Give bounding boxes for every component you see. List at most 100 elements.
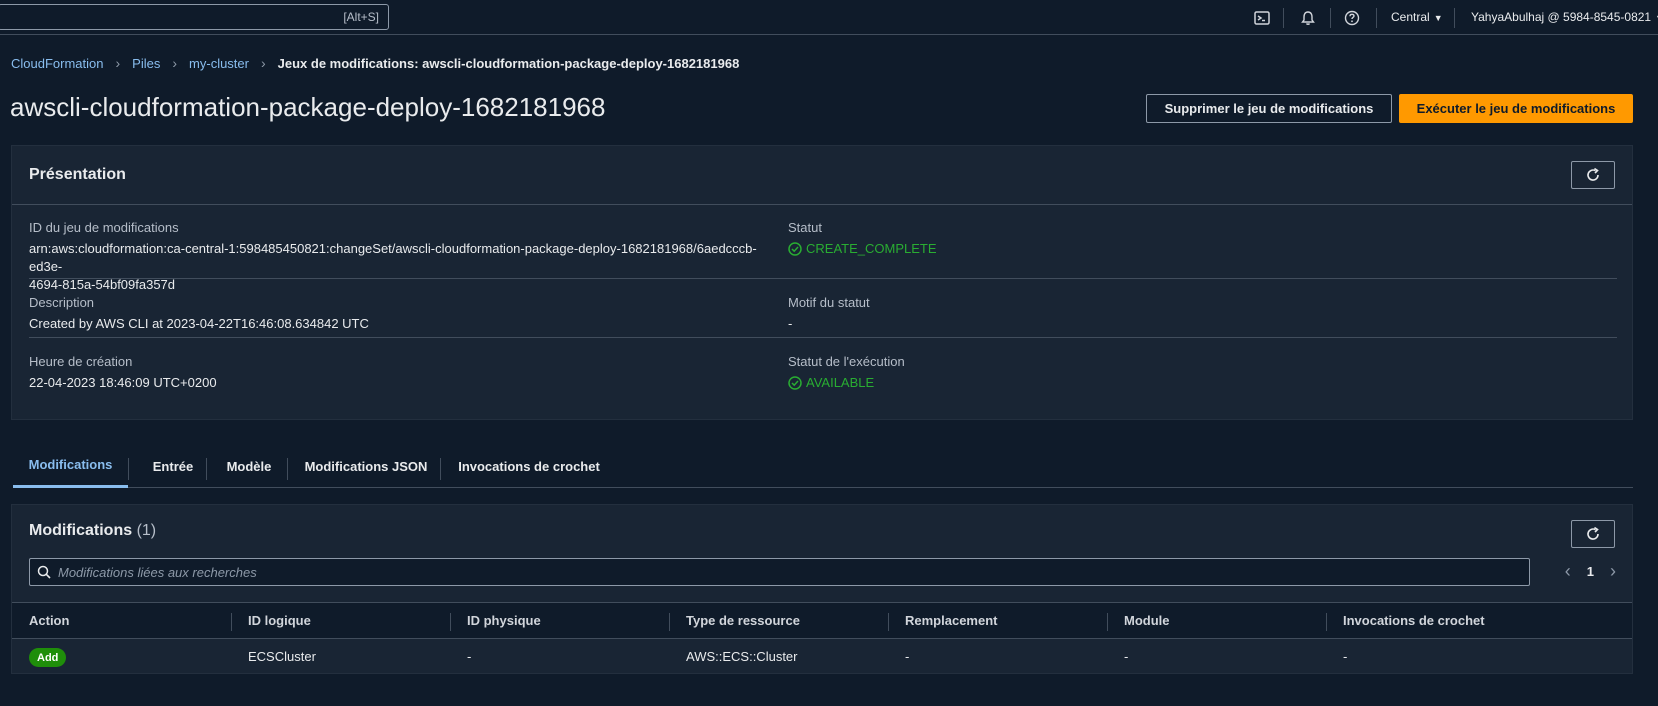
execution-status-value: AVAILABLE bbox=[788, 374, 905, 392]
module-cell: - bbox=[1124, 649, 1129, 664]
action-badge: Add bbox=[29, 648, 67, 667]
breadcrumb-cloudformation[interactable]: CloudFormation bbox=[11, 56, 104, 71]
chevron-right-icon: › bbox=[115, 55, 121, 71]
execute-changeset-button[interactable]: Exécuter le jeu de modifications bbox=[1399, 94, 1633, 123]
modifications-title: Modifications (1) bbox=[29, 522, 156, 540]
help-icon[interactable] bbox=[1343, 9, 1361, 27]
divider bbox=[29, 278, 1617, 279]
top-navigation-bar: [Alt+S] Central ▼ YahyaAbulhaj @ 5984-854… bbox=[0, 0, 1658, 35]
changeset-id-line: arn:aws:cloudformation:ca-central-1:5984… bbox=[29, 241, 757, 274]
created-field: Heure de création 22-04-2023 18:46:09 UT… bbox=[29, 354, 217, 392]
chevron-right-icon: › bbox=[172, 55, 178, 71]
status-reason-field: Motif du statut - bbox=[788, 295, 870, 333]
modifications-count: (1) bbox=[136, 522, 157, 539]
column-header-physical-id[interactable]: ID physique bbox=[467, 613, 541, 628]
page-title: awscli-cloudformation-package-deploy-168… bbox=[10, 92, 606, 122]
chevron-right-icon[interactable]: › bbox=[1610, 561, 1616, 582]
search-input[interactable] bbox=[58, 564, 1498, 580]
tab-json-changes[interactable]: Modifications JSON bbox=[292, 444, 440, 488]
tab-hook-invocations[interactable]: Invocations de crochet bbox=[447, 444, 611, 488]
divider bbox=[29, 337, 1617, 338]
divider bbox=[1283, 8, 1284, 28]
column-header-resource-type[interactable]: Type de ressource bbox=[686, 613, 800, 628]
column-divider[interactable] bbox=[669, 613, 670, 631]
column-header-replacement[interactable]: Remplacement bbox=[905, 613, 997, 628]
execution-status-label: Statut de l'exécution bbox=[788, 354, 905, 369]
refresh-button[interactable] bbox=[1571, 520, 1615, 548]
global-search-input[interactable]: [Alt+S] bbox=[0, 4, 389, 30]
table-header: Action ID logique ID physique Type de re… bbox=[12, 602, 1632, 639]
status-field: Statut CREATE_COMPLETE bbox=[788, 220, 937, 258]
status-label: Statut bbox=[788, 220, 822, 235]
tab-bar: Modifications Entrée Modèle Modification… bbox=[13, 444, 1633, 488]
created-value: 22-04-2023 18:46:09 UTC+0200 bbox=[29, 375, 217, 390]
resource-type-cell: AWS::ECS::Cluster bbox=[686, 649, 798, 664]
table-row: Add ECSCluster - AWS::ECS::Cluster - - - bbox=[12, 639, 1632, 675]
column-header-hook-invocations[interactable]: Invocations de crochet bbox=[1343, 613, 1485, 628]
column-header-action[interactable]: Action bbox=[29, 613, 69, 628]
description-label: Description bbox=[29, 295, 95, 310]
tab-modifications[interactable]: Modifications bbox=[13, 444, 128, 488]
divider bbox=[1376, 8, 1377, 28]
execution-status-text: AVAILABLE bbox=[806, 375, 875, 390]
changeset-id-label: ID du jeu de modifications bbox=[29, 220, 179, 235]
bell-icon[interactable] bbox=[1299, 9, 1317, 27]
status-reason-label: Motif du statut bbox=[788, 295, 870, 310]
refresh-button[interactable] bbox=[1571, 161, 1615, 189]
hook-invocations-cell: - bbox=[1343, 649, 1348, 664]
overview-header: Présentation bbox=[12, 146, 1632, 205]
divider bbox=[128, 458, 129, 480]
column-divider[interactable] bbox=[231, 613, 232, 631]
check-circle-icon bbox=[788, 376, 802, 390]
tab-input[interactable]: Entrée bbox=[130, 444, 216, 488]
caret-down-icon: ▼ bbox=[1433, 13, 1443, 23]
terminal-icon[interactable] bbox=[1253, 9, 1271, 27]
changeset-id-field: ID du jeu de modifications arn:aws:cloud… bbox=[29, 220, 769, 294]
modifications-panel: Modifications (1) ‹ 1 › Action ID logiqu… bbox=[11, 504, 1633, 674]
logical-id-cell: ECSCluster bbox=[248, 649, 316, 664]
chevron-right-icon: › bbox=[260, 55, 266, 71]
delete-changeset-button[interactable]: Supprimer le jeu de modifications bbox=[1146, 94, 1392, 123]
execution-status-field: Statut de l'exécution AVAILABLE bbox=[788, 354, 905, 392]
current-page[interactable]: 1 bbox=[1587, 564, 1594, 579]
region-selector[interactable]: Central ▼ bbox=[1391, 10, 1443, 24]
status-reason-value: - bbox=[788, 316, 793, 331]
column-divider[interactable] bbox=[1326, 613, 1327, 631]
status-value: CREATE_COMPLETE bbox=[788, 240, 937, 258]
breadcrumb-current: Jeux de modifications: awscli-cloudforma… bbox=[277, 55, 740, 71]
overview-panel: Présentation ID du jeu de modifications … bbox=[11, 145, 1633, 420]
divider bbox=[1454, 8, 1455, 28]
column-header-module[interactable]: Module bbox=[1124, 613, 1170, 628]
column-divider[interactable] bbox=[1107, 613, 1108, 631]
modifications-title-text: Modifications bbox=[29, 522, 133, 539]
tab-template[interactable]: Modèle bbox=[208, 444, 290, 488]
breadcrumb-stacks[interactable]: Piles bbox=[132, 56, 160, 71]
replacement-cell: - bbox=[905, 649, 910, 664]
created-label: Heure de création bbox=[29, 354, 133, 369]
refresh-icon bbox=[1587, 526, 1599, 540]
account-label: YahyaAbulhaj @ 5984-8545-0821 bbox=[1471, 10, 1652, 24]
pagination: ‹ 1 › bbox=[1565, 561, 1616, 582]
account-menu[interactable]: YahyaAbulhaj @ 5984-8545-0821▼ bbox=[1471, 10, 1658, 24]
refresh-icon bbox=[1587, 167, 1599, 181]
chevron-left-icon[interactable]: ‹ bbox=[1565, 561, 1571, 582]
modifications-search[interactable] bbox=[29, 558, 1530, 586]
description-value: Created by AWS CLI at 2023-04-22T16:46:0… bbox=[29, 316, 369, 331]
physical-id-cell: - bbox=[467, 649, 472, 664]
column-divider[interactable] bbox=[888, 613, 889, 631]
column-divider[interactable] bbox=[450, 613, 451, 631]
status-text: CREATE_COMPLETE bbox=[806, 241, 937, 256]
overview-title: Présentation bbox=[29, 166, 126, 183]
breadcrumb-my-cluster[interactable]: my-cluster bbox=[189, 56, 249, 71]
check-circle-icon bbox=[788, 242, 802, 256]
search-icon bbox=[37, 565, 51, 579]
column-header-logical-id[interactable]: ID logique bbox=[248, 613, 311, 628]
divider bbox=[287, 458, 288, 480]
breadcrumb: CloudFormation › Piles › my-cluster › Je… bbox=[11, 55, 739, 71]
region-label: Central bbox=[1391, 10, 1430, 24]
search-shortcut-hint: [Alt+S] bbox=[343, 10, 379, 24]
divider bbox=[440, 458, 441, 480]
description-field: Description Created by AWS CLI at 2023-0… bbox=[29, 295, 369, 333]
divider bbox=[1330, 8, 1331, 28]
changeset-id-value: arn:aws:cloudformation:ca-central-1:5984… bbox=[29, 240, 769, 294]
